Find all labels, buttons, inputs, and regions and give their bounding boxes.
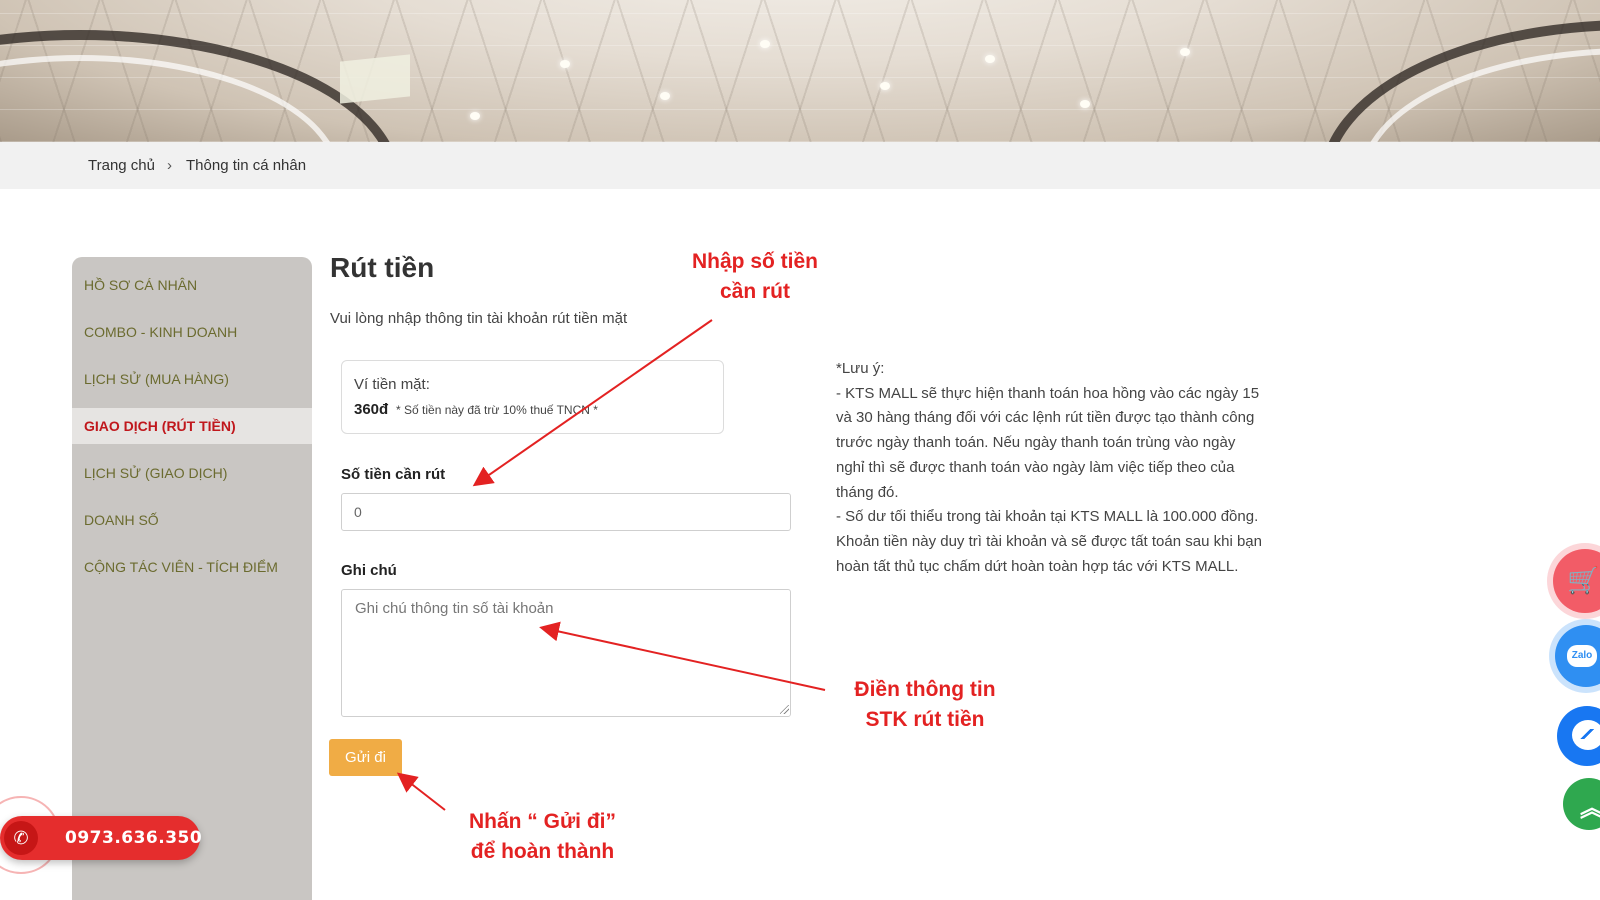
arrow-to-submit-button: [396, 772, 446, 811]
ceiling-light: [660, 92, 670, 100]
sidebar-item-sales[interactable]: DOANH SỐ: [72, 502, 312, 538]
ceiling-light: [985, 55, 995, 63]
annotation-line: để hoàn thành: [470, 840, 615, 863]
sidebar-item-purchase-history[interactable]: LỊCH SỬ (MUA HÀNG): [72, 361, 312, 397]
annotation-line: STK rút tiền: [865, 708, 985, 731]
textarea-resize-handle[interactable]: [780, 705, 789, 714]
annotation-line: Điền thông tin: [854, 678, 996, 701]
scroll-top-icon: ︽: [1580, 788, 1600, 823]
notice-line: trước ngày thanh toán. Nếu ngày thanh to…: [836, 434, 1236, 452]
breadcrumb-home-link[interactable]: Trang chủ: [88, 157, 155, 174]
sidebar-item-combo[interactable]: COMBO - KINH DOANH: [72, 314, 312, 350]
annotation-enter-amount: Nhập số tiền cần rút: [680, 247, 830, 307]
ceiling-light: [560, 60, 570, 68]
annotation-fill-account: Điền thông tin STK rút tiền: [840, 675, 1010, 735]
notice-line: tháng đó.: [836, 483, 899, 501]
cart-float-button[interactable]: 🛒: [1553, 549, 1600, 613]
wallet-label: Ví tiền mặt:: [354, 376, 430, 393]
cart-icon: 🛒: [1567, 565, 1600, 595]
annotation-press-send: Nhấn “ Gửi đi” để hoàn thành: [450, 807, 635, 867]
notice-line: - Số dư tối thiểu trong tài khoản tại KT…: [836, 508, 1259, 526]
cash-wallet-box: Ví tiền mặt: 360đ * Số tiền này đã trừ 1…: [341, 360, 724, 434]
ceiling-light: [760, 40, 770, 48]
hotline-button[interactable]: ✆ 0973.636.350: [0, 816, 203, 860]
breadcrumb-current: Thông tin cá nhân: [186, 157, 307, 174]
notice-line: và 30 hàng tháng đối với các lệnh rút ti…: [836, 409, 1255, 427]
breadcrumb: Trang chủ › Thông tin cá nhân: [0, 142, 1600, 189]
account-note-textarea[interactable]: Ghi chú thông tin số tài khoản: [341, 589, 791, 717]
annotation-line: Nhập số tiền: [691, 250, 818, 273]
wallet-tax-note: * Số tiền này đã trừ 10% thuế TNCN *: [396, 403, 598, 417]
phone-icon: ✆: [4, 821, 38, 855]
submit-button[interactable]: Gửi đi: [329, 739, 402, 776]
ceiling-panel: [340, 54, 410, 104]
zalo-float-button[interactable]: Zalo: [1555, 625, 1600, 687]
annotation-line: cần rút: [719, 280, 790, 303]
notice-line: hoàn tất thủ tục chấm dứt hoàn toàn hợp …: [836, 557, 1239, 575]
annotation-line: Nhấn “ Gửi đi”: [468, 810, 617, 833]
page-title: Rút tiền: [330, 252, 435, 283]
sidebar-item-collaborator-points[interactable]: CỘNG TÁC VIÊN - TÍCH ĐIỂM: [72, 549, 312, 585]
account-sidebar: HỒ SƠ CÁ NHÂN COMBO - KINH DOANH LỊCH SỬ…: [72, 257, 312, 900]
ceiling-light: [880, 82, 890, 90]
amount-field-label: Số tiền cần rút: [341, 466, 446, 483]
note-placeholder: Ghi chú thông tin số tài khoản: [355, 600, 554, 617]
ceiling-light: [1080, 100, 1090, 108]
ceiling-light: [470, 112, 480, 120]
sidebar-item-transaction-history[interactable]: LỊCH SỬ (GIAO DỊCH): [72, 455, 312, 491]
header-banner: [0, 0, 1600, 142]
notice-line: nghỉ thì sẽ được thanh toán vào ngày làm…: [836, 458, 1235, 476]
wallet-balance: 360đ: [354, 401, 389, 418]
note-field-label: Ghi chú: [341, 562, 397, 579]
notice-line: - KTS MALL sẽ thực hiện thanh toán hoa h…: [836, 384, 1260, 402]
ceiling-light: [1180, 48, 1190, 56]
messenger-float-button[interactable]: [1557, 706, 1600, 766]
sidebar-item-profile[interactable]: HỒ SƠ CÁ NHÂN: [72, 267, 312, 303]
scroll-top-button[interactable]: ︽: [1563, 778, 1600, 830]
hotline-number: 0973.636.350: [65, 828, 203, 848]
sidebar-item-withdraw[interactable]: GIAO DỊCH (RÚT TIỀN): [72, 408, 312, 444]
breadcrumb-separator: ›: [167, 157, 172, 174]
notice-line: Khoản tiền này duy trì tài khoản và sẽ đ…: [836, 532, 1262, 550]
zalo-icon: Zalo: [1567, 645, 1597, 667]
messenger-icon: [1572, 720, 1600, 750]
withdraw-amount-input[interactable]: [341, 493, 791, 531]
withdraw-notice: *Lưu ý: - KTS MALL sẽ thực hiện thanh to…: [836, 357, 1316, 579]
notice-title: *Lưu ý:: [836, 360, 885, 377]
page-subtitle: Vui lòng nhập thông tin tài khoản rút ti…: [330, 310, 628, 327]
